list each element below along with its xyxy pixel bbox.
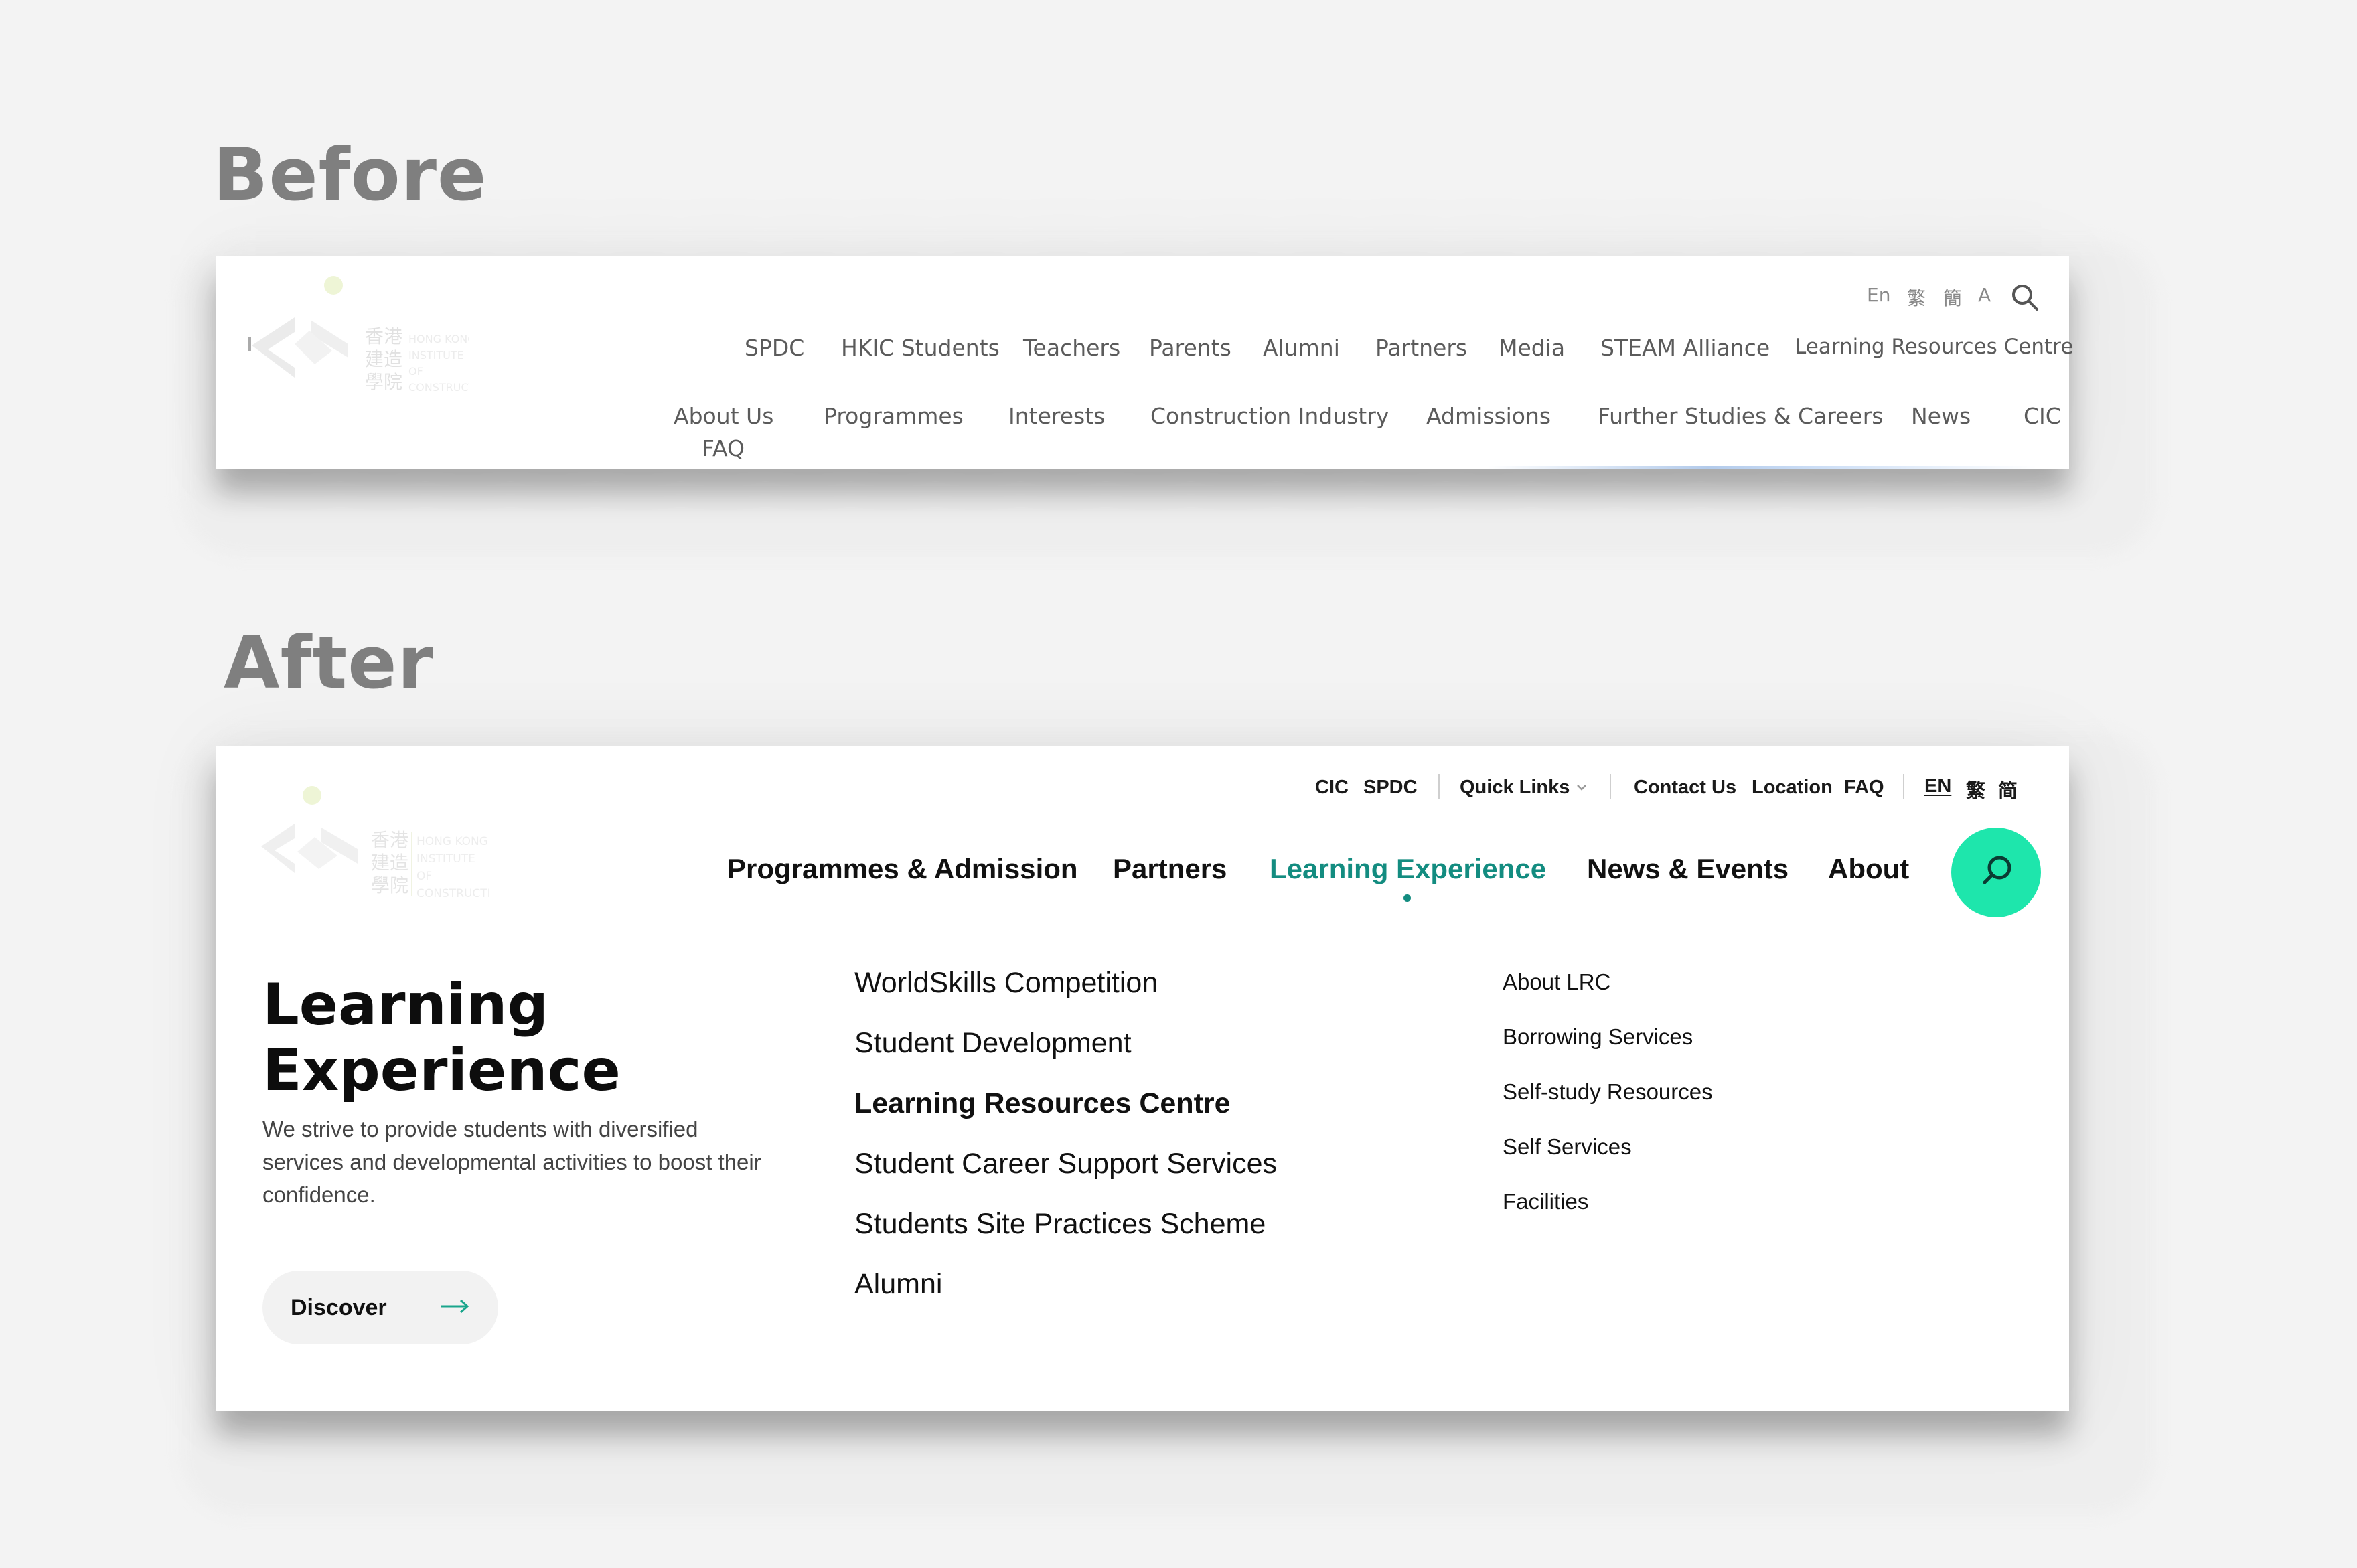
- nav-programmes-admission[interactable]: Programmes & Admission: [727, 853, 1078, 885]
- lang-tc-link[interactable]: 繁: [1907, 284, 1926, 311]
- nav-news-events[interactable]: News & Events: [1587, 853, 1789, 885]
- util-separator: [1438, 774, 1440, 799]
- util-spdc-link[interactable]: SPDC: [1363, 777, 1418, 799]
- secondary-nav-media[interactable]: Media: [1499, 335, 1565, 361]
- svg-text:建造: 建造: [371, 852, 408, 874]
- svg-text:CONSTRUCTION: CONSTRUCTION: [408, 381, 469, 394]
- svg-text:學院: 學院: [371, 874, 408, 896]
- primary-nav-construction-industry[interactable]: Construction Industry: [1150, 403, 1389, 429]
- menu-link-career-support[interactable]: Student Career Support Services: [854, 1148, 1277, 1180]
- quick-links-dropdown[interactable]: Quick Links: [1460, 777, 1570, 799]
- arrow-right-icon: [439, 1296, 470, 1316]
- mega-title-line1: Learning: [262, 971, 549, 1038]
- util-location-link[interactable]: Location: [1752, 777, 1833, 799]
- svg-text:HONG KONG: HONG KONG: [416, 835, 488, 848]
- primary-nav-faq[interactable]: FAQ: [702, 435, 745, 461]
- primary-nav-news[interactable]: News: [1911, 403, 1971, 429]
- before-header: 香港 建造 學院 HONG KONG INSTITUTE OF CONSTRUC…: [216, 256, 2073, 469]
- submenu-link-self-study[interactable]: Self-study Resources: [1503, 1079, 1713, 1105]
- submenu-link-facilities[interactable]: Facilities: [1503, 1189, 1588, 1214]
- menu-link-site-practices[interactable]: Students Site Practices Scheme: [854, 1208, 1266, 1241]
- discover-label: Discover: [291, 1295, 387, 1320]
- nav-about[interactable]: About: [1828, 853, 1909, 885]
- util-contact-link[interactable]: Contact Us: [1634, 777, 1736, 799]
- logo-mark-icon[interactable]: 香港 建造 學院 HONG KONG INSTITUTE OF CONSTRUC…: [248, 270, 495, 398]
- discover-button[interactable]: Discover: [262, 1271, 498, 1344]
- chevron-down-icon[interactable]: [1575, 781, 1588, 794]
- svg-text:香港: 香港: [371, 829, 408, 851]
- menu-link-alumni[interactable]: Alumni: [854, 1268, 942, 1301]
- svg-text:INSTITUTE: INSTITUTE: [408, 349, 464, 362]
- primary-nav-admissions[interactable]: Admissions: [1426, 403, 1551, 429]
- primary-nav-cic[interactable]: CIC: [2024, 403, 2061, 429]
- submenu-link-about-lrc[interactable]: About LRC: [1503, 969, 1610, 995]
- active-indicator-dot: [1403, 894, 1411, 902]
- svg-text:OF: OF: [416, 870, 432, 883]
- nav-underline: [1488, 466, 2037, 469]
- secondary-nav-spdc[interactable]: SPDC: [745, 335, 804, 361]
- secondary-nav-hkic-students[interactable]: HKIC Students: [841, 335, 1000, 361]
- submenu-link-self-services[interactable]: Self Services: [1503, 1134, 1632, 1160]
- util-cic-link[interactable]: CIC: [1315, 777, 1349, 799]
- logo-mark-icon[interactable]: 香港 建造 學院 HONG KONG INSTITUTE OF CONSTRUC…: [257, 785, 508, 913]
- search-button[interactable]: [1951, 828, 2041, 917]
- secondary-nav-steam-alliance[interactable]: STEAM Alliance: [1600, 335, 1770, 361]
- lang-en-link[interactable]: EN: [1924, 775, 1951, 797]
- secondary-nav-lrc[interactable]: Learning Resources Centre: [1795, 335, 2073, 359]
- secondary-nav-parents[interactable]: Parents: [1149, 335, 1231, 361]
- svg-text:CONSTRUCTION: CONSTRUCTION: [416, 887, 491, 900]
- search-icon: [1983, 856, 2011, 884]
- primary-nav-programmes[interactable]: Programmes: [824, 403, 964, 429]
- secondary-nav-alumni[interactable]: Alumni: [1263, 335, 1340, 361]
- mega-title-line2: Experience: [262, 1037, 621, 1104]
- svg-text:建造: 建造: [365, 348, 402, 370]
- primary-nav-interests[interactable]: Interests: [1008, 403, 1105, 429]
- lang-tc-link[interactable]: 繁: [1966, 775, 1985, 803]
- secondary-nav-teachers[interactable]: Teachers: [1023, 335, 1120, 361]
- svg-text:INSTITUTE: INSTITUTE: [416, 852, 475, 866]
- svg-text:學院: 學院: [365, 371, 402, 393]
- after-heading: After: [224, 621, 434, 705]
- util-separator: [1903, 774, 1904, 799]
- menu-link-student-development[interactable]: Student Development: [854, 1027, 1132, 1060]
- svg-text:HONG KONG: HONG KONG: [408, 333, 469, 345]
- nav-learning-experience[interactable]: Learning Experience: [1270, 853, 1546, 885]
- svg-text:香港: 香港: [365, 325, 402, 347]
- util-separator: [1610, 774, 1611, 799]
- lang-sc-link[interactable]: 簡: [1943, 284, 1962, 311]
- menu-link-worldskills[interactable]: WorldSkills Competition: [854, 967, 1158, 1000]
- svg-text:OF: OF: [408, 365, 423, 378]
- primary-nav-further-studies[interactable]: Further Studies & Careers: [1598, 403, 1883, 429]
- font-size-toggle[interactable]: A: [1978, 284, 1991, 306]
- lang-en-link[interactable]: En: [1867, 284, 1890, 306]
- before-heading: Before: [213, 133, 487, 217]
- mega-description: We strive to provide students with diver…: [262, 1117, 761, 1207]
- primary-nav-about-us[interactable]: About Us: [674, 403, 773, 429]
- nav-partners[interactable]: Partners: [1113, 853, 1227, 885]
- util-faq-link[interactable]: FAQ: [1844, 777, 1884, 799]
- search-icon[interactable]: [2010, 283, 2040, 312]
- menu-link-lrc[interactable]: Learning Resources Centre: [854, 1087, 1231, 1120]
- secondary-nav-partners[interactable]: Partners: [1375, 335, 1467, 361]
- after-header: 香港 建造 學院 HONG KONG INSTITUTE OF CONSTRUC…: [216, 746, 2069, 1411]
- submenu-link-borrowing[interactable]: Borrowing Services: [1503, 1024, 1693, 1050]
- lang-sc-link[interactable]: 简: [1998, 775, 2018, 803]
